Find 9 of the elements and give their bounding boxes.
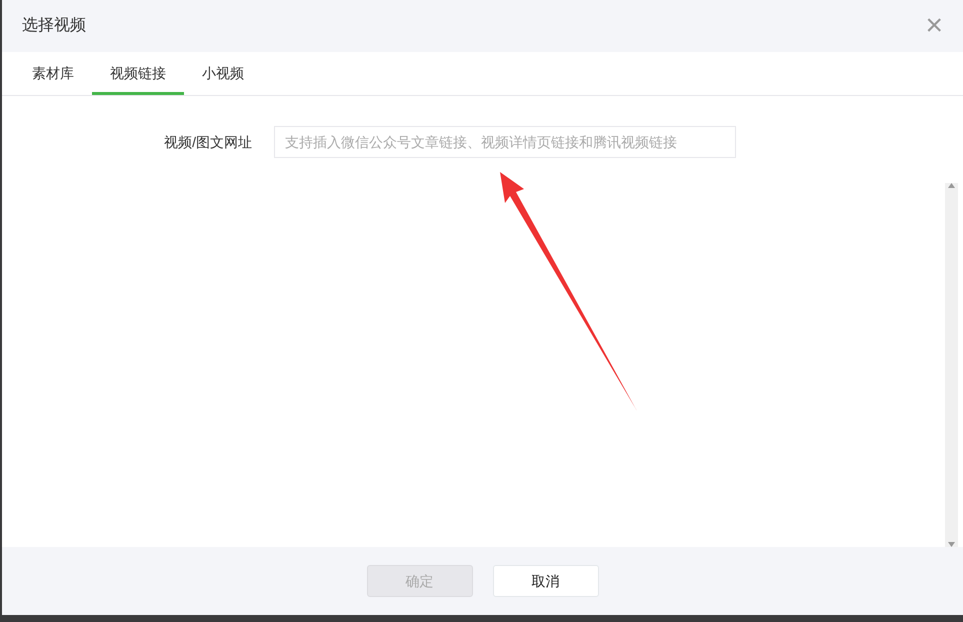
tab[interactable]: 小视频 [184,52,262,95]
scroll-up-icon[interactable] [948,183,955,188]
scrollbar[interactable] [945,183,958,547]
dialog-title: 选择视频 [22,16,86,36]
tab[interactable]: 素材库 [14,52,92,95]
url-input-field[interactable]: 支持插入微信公众号文章链接、视频详情页链接和腾讯视频链接 [274,126,736,158]
cancel-button[interactable]: 取消 [492,565,598,597]
field-label: 视频/图文网址 [163,132,253,152]
tab[interactable]: 视频链接 [92,52,184,95]
